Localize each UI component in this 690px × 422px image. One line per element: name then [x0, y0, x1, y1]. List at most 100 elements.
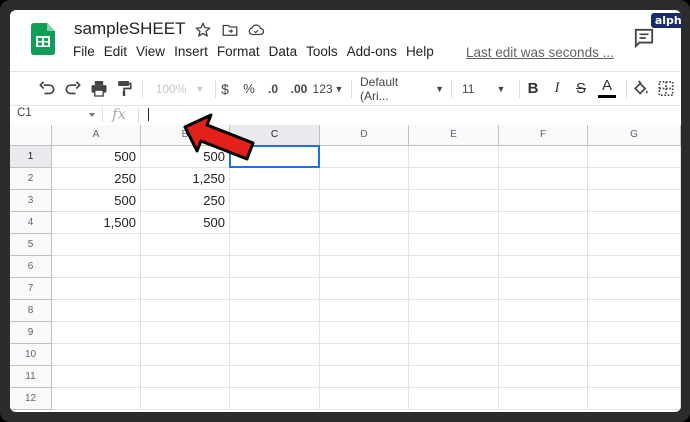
- menu-tools[interactable]: Tools: [306, 44, 338, 64]
- increase-decimal-button[interactable]: .00: [286, 72, 312, 105]
- cell-e9[interactable]: [409, 322, 499, 344]
- cell-b6[interactable]: [141, 256, 230, 278]
- cell-a2[interactable]: 250: [52, 168, 141, 190]
- cell-g11[interactable]: [588, 366, 681, 388]
- cell-d1[interactable]: [320, 146, 409, 168]
- cell-a10[interactable]: [52, 344, 141, 366]
- cell-c5[interactable]: [230, 234, 320, 256]
- cell-b9[interactable]: [141, 322, 230, 344]
- row-header-1[interactable]: 1: [10, 146, 52, 168]
- cell-e11[interactable]: [409, 366, 499, 388]
- cell-f6[interactable]: [499, 256, 588, 278]
- cell-g12[interactable]: [588, 388, 681, 410]
- cell-d12[interactable]: [320, 388, 409, 410]
- row-header-6[interactable]: 6: [10, 256, 52, 278]
- last-edit-link[interactable]: Last edit was seconds ...: [466, 45, 614, 60]
- row-header-3[interactable]: 3: [10, 190, 52, 212]
- column-header-e[interactable]: E: [409, 125, 499, 146]
- cell-b5[interactable]: [141, 234, 230, 256]
- row-header-7[interactable]: 7: [10, 278, 52, 300]
- cell-a11[interactable]: [52, 366, 141, 388]
- cell-f11[interactable]: [499, 366, 588, 388]
- zoom-select[interactable]: 100% ▼: [149, 72, 211, 105]
- cell-d9[interactable]: [320, 322, 409, 344]
- percent-format-button[interactable]: %: [238, 72, 260, 105]
- cell-d11[interactable]: [320, 366, 409, 388]
- font-family-select[interactable]: Default (Ari... ▼: [360, 72, 444, 105]
- column-header-a[interactable]: A: [52, 125, 141, 146]
- name-box[interactable]: C1: [17, 107, 32, 119]
- cell-e12[interactable]: [409, 388, 499, 410]
- font-size-select[interactable]: 11 ▼: [462, 72, 512, 105]
- row-header-11[interactable]: 11: [10, 366, 52, 388]
- cell-g7[interactable]: [588, 278, 681, 300]
- cell-e6[interactable]: [409, 256, 499, 278]
- cell-d2[interactable]: [320, 168, 409, 190]
- cell-b2[interactable]: 1,250: [141, 168, 230, 190]
- cell-c3[interactable]: [230, 190, 320, 212]
- cell-g5[interactable]: [588, 234, 681, 256]
- cell-g6[interactable]: [588, 256, 681, 278]
- menu-file[interactable]: File: [73, 44, 95, 64]
- redo-icon[interactable]: [63, 72, 83, 105]
- star-icon[interactable]: [194, 21, 212, 39]
- cell-b4[interactable]: 500: [141, 212, 230, 234]
- column-header-g[interactable]: G: [588, 125, 681, 146]
- cell-f1[interactable]: [499, 146, 588, 168]
- cell-e8[interactable]: [409, 300, 499, 322]
- cell-d3[interactable]: [320, 190, 409, 212]
- strikethrough-button[interactable]: S: [571, 72, 591, 105]
- menu-add-ons[interactable]: Add-ons: [347, 44, 397, 64]
- cell-e10[interactable]: [409, 344, 499, 366]
- cell-g9[interactable]: [588, 322, 681, 344]
- cell-b7[interactable]: [141, 278, 230, 300]
- cell-c4[interactable]: [230, 212, 320, 234]
- cell-f12[interactable]: [499, 388, 588, 410]
- column-header-f[interactable]: F: [499, 125, 588, 146]
- cell-g8[interactable]: [588, 300, 681, 322]
- cell-c11[interactable]: [230, 366, 320, 388]
- cell-g10[interactable]: [588, 344, 681, 366]
- cell-b11[interactable]: [141, 366, 230, 388]
- cell-a9[interactable]: [52, 322, 141, 344]
- cell-d8[interactable]: [320, 300, 409, 322]
- cell-d4[interactable]: [320, 212, 409, 234]
- cell-e5[interactable]: [409, 234, 499, 256]
- cell-a1[interactable]: 500: [52, 146, 141, 168]
- row-header-5[interactable]: 5: [10, 234, 52, 256]
- cell-g3[interactable]: [588, 190, 681, 212]
- menu-data[interactable]: Data: [269, 44, 298, 64]
- menu-view[interactable]: View: [136, 44, 165, 64]
- bold-button[interactable]: B: [523, 72, 543, 105]
- document-title[interactable]: sampleSHEET: [74, 19, 185, 39]
- row-header-8[interactable]: 8: [10, 300, 52, 322]
- cell-a6[interactable]: [52, 256, 141, 278]
- currency-format-button[interactable]: $: [214, 72, 236, 105]
- cell-c7[interactable]: [230, 278, 320, 300]
- cell-f3[interactable]: [499, 190, 588, 212]
- row-header-9[interactable]: 9: [10, 322, 52, 344]
- cell-a5[interactable]: [52, 234, 141, 256]
- undo-icon[interactable]: [37, 72, 57, 105]
- menu-insert[interactable]: Insert: [174, 44, 208, 64]
- cell-g4[interactable]: [588, 212, 681, 234]
- row-header-4[interactable]: 4: [10, 212, 52, 234]
- cell-c9[interactable]: [230, 322, 320, 344]
- menu-edit[interactable]: Edit: [104, 44, 127, 64]
- fill-color-icon[interactable]: [631, 72, 651, 105]
- cell-c10[interactable]: [230, 344, 320, 366]
- cell-a8[interactable]: [52, 300, 141, 322]
- cell-d7[interactable]: [320, 278, 409, 300]
- print-icon[interactable]: [89, 72, 109, 105]
- cell-f8[interactable]: [499, 300, 588, 322]
- text-color-button[interactable]: A: [596, 72, 618, 105]
- cell-a4[interactable]: 1,500: [52, 212, 141, 234]
- cell-c6[interactable]: [230, 256, 320, 278]
- row-header-10[interactable]: 10: [10, 344, 52, 366]
- cell-e1[interactable]: [409, 146, 499, 168]
- cell-b10[interactable]: [141, 344, 230, 366]
- cell-b3[interactable]: 250: [141, 190, 230, 212]
- cell-c8[interactable]: [230, 300, 320, 322]
- cell-d10[interactable]: [320, 344, 409, 366]
- row-header-2[interactable]: 2: [10, 168, 52, 190]
